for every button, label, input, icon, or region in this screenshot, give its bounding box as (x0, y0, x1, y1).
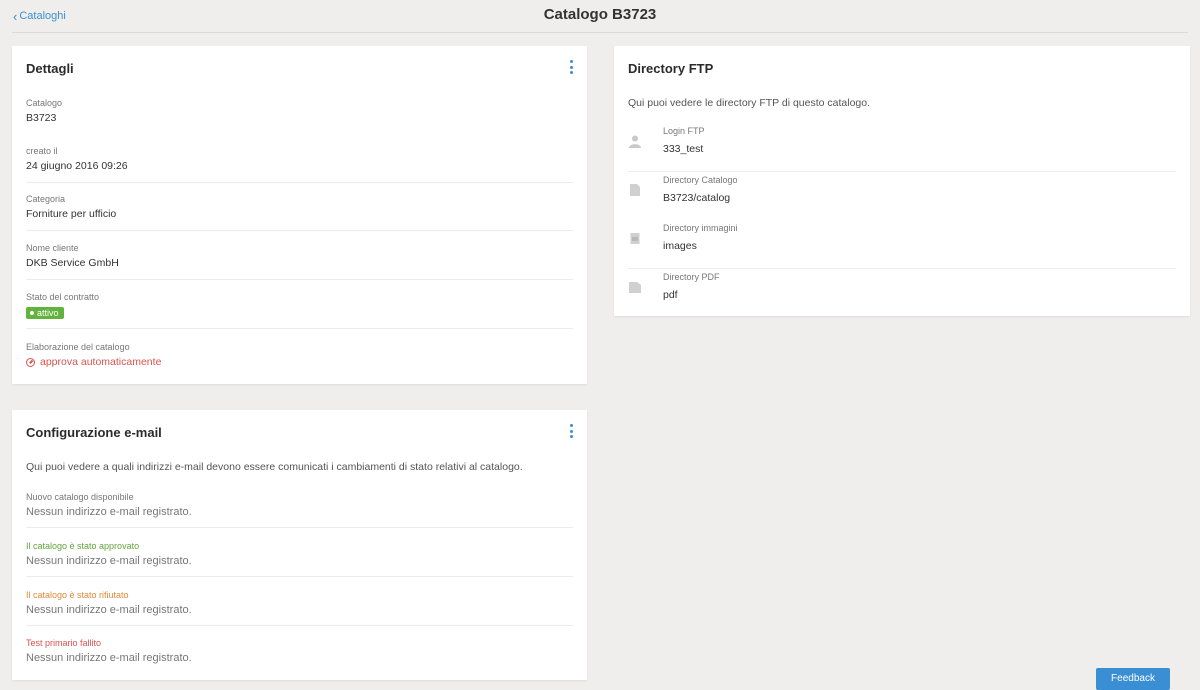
email-item-label: Test primario fallito (26, 638, 102, 648)
field-label: creato il (26, 146, 58, 156)
ftp-catalog-dir-row: Directory Catalogo B3723/catalog (628, 173, 1176, 221)
blocked-icon (26, 357, 35, 367)
ftp-description: Qui puoi vedere le directory FTP di ques… (628, 97, 871, 109)
email-item-value: Nessun indirizzo e-mail registrato. (26, 604, 192, 616)
row-divider (628, 268, 1176, 269)
ftp-label: Login FTP (663, 126, 705, 136)
processing-value: approva automaticamente (26, 356, 573, 368)
field-value: B3723 (26, 112, 57, 124)
ftp-login-row: Login FTP 333_test (628, 124, 1176, 172)
email-config-title: Configurazione e-mail (26, 425, 162, 440)
ftp-value: 333_test (663, 143, 704, 155)
email-item-value: Nessun indirizzo e-mail registrato. (26, 652, 192, 664)
status-badge: attivo (26, 307, 64, 319)
catalog-field: Catalogo B3723 (26, 98, 573, 138)
email-item-test-failed: Test primario fallito Nessun indirizzo e… (26, 638, 573, 674)
top-bar: ‹ Cataloghi Catalogo B3723 (0, 0, 1200, 33)
field-value: DKB Service GmbH (26, 257, 119, 269)
details-card: Dettagli Catalogo B3723 creato il 24 giu… (12, 46, 587, 384)
row-divider (26, 279, 573, 280)
row-divider (26, 328, 573, 329)
email-item-value: Nessun indirizzo e-mail registrato. (26, 555, 192, 567)
ftp-images-dir-row: Directory immagini images (628, 221, 1176, 269)
ftp-card: Directory FTP Qui puoi vedere le directo… (614, 46, 1190, 316)
ftp-label: Directory immagini (663, 223, 738, 233)
ftp-pdf-dir-row: Directory PDF pdf (628, 270, 1176, 310)
field-label: Catalogo (26, 98, 63, 108)
email-item-label: Nuovo catalogo disponibile (26, 492, 134, 502)
row-divider (26, 576, 573, 577)
catalog-processing-field: Elaborazione del catalogo approva automa… (26, 342, 573, 374)
email-item-new-catalog: Nuovo catalogo disponibile Nessun indiri… (26, 492, 573, 528)
email-config-card: Configurazione e-mail Qui puoi vedere a … (12, 410, 587, 680)
details-card-title: Dettagli (26, 61, 74, 76)
email-item-label: Il catalogo è stato approvato (26, 541, 140, 551)
email-item-value: Nessun indirizzo e-mail registrato. (26, 506, 192, 518)
customer-field: Nome cliente DKB Service GmbH (26, 243, 573, 280)
email-item-label: Il catalogo è stato rifiutato (26, 590, 129, 600)
row-divider (26, 527, 573, 528)
row-divider (628, 171, 1176, 172)
ftp-card-title: Directory FTP (628, 61, 714, 76)
row-divider (26, 230, 573, 231)
created-field: creato il 24 giugno 2016 09:26 (26, 146, 573, 183)
feedback-button[interactable]: Feedback (1096, 668, 1170, 690)
status-badge-label: attivo (37, 308, 59, 318)
email-description: Qui puoi vedere a quali indirizzi e-mail… (26, 461, 523, 473)
details-menu-icon[interactable] (568, 60, 574, 74)
pdf-icon (629, 282, 641, 293)
field-label: Nome cliente (26, 243, 79, 253)
category-field: Categoria Forniture per ufficio (26, 194, 573, 231)
image-icon (630, 233, 640, 244)
contract-status-field: Stato del contratto attivo (26, 292, 573, 329)
ftp-value: B3723/catalog (663, 192, 731, 204)
field-label: Stato del contratto (26, 292, 100, 302)
field-value: 24 giugno 2016 09:26 (26, 160, 128, 172)
row-divider (26, 625, 573, 626)
ftp-value: pdf (663, 289, 678, 301)
field-value: Forniture per ufficio (26, 208, 117, 220)
user-icon (629, 135, 641, 148)
email-item-approved: Il catalogo è stato approvato Nessun ind… (26, 541, 573, 577)
field-label: Categoria (26, 194, 66, 204)
email-item-rejected: Il catalogo è stato rifiutato Nessun ind… (26, 590, 573, 626)
ftp-label: Directory PDF (663, 272, 720, 282)
page-title: Catalogo B3723 (543, 6, 657, 23)
field-label: Elaborazione del catalogo (26, 342, 130, 352)
email-menu-icon[interactable] (568, 424, 574, 438)
document-icon (630, 184, 640, 196)
ftp-label: Directory Catalogo (663, 175, 738, 185)
row-divider (26, 182, 573, 183)
status-dot-icon (30, 311, 34, 315)
ftp-value: images (663, 240, 697, 252)
processing-value-label: approva automaticamente (40, 356, 162, 368)
header-divider (12, 32, 1188, 33)
